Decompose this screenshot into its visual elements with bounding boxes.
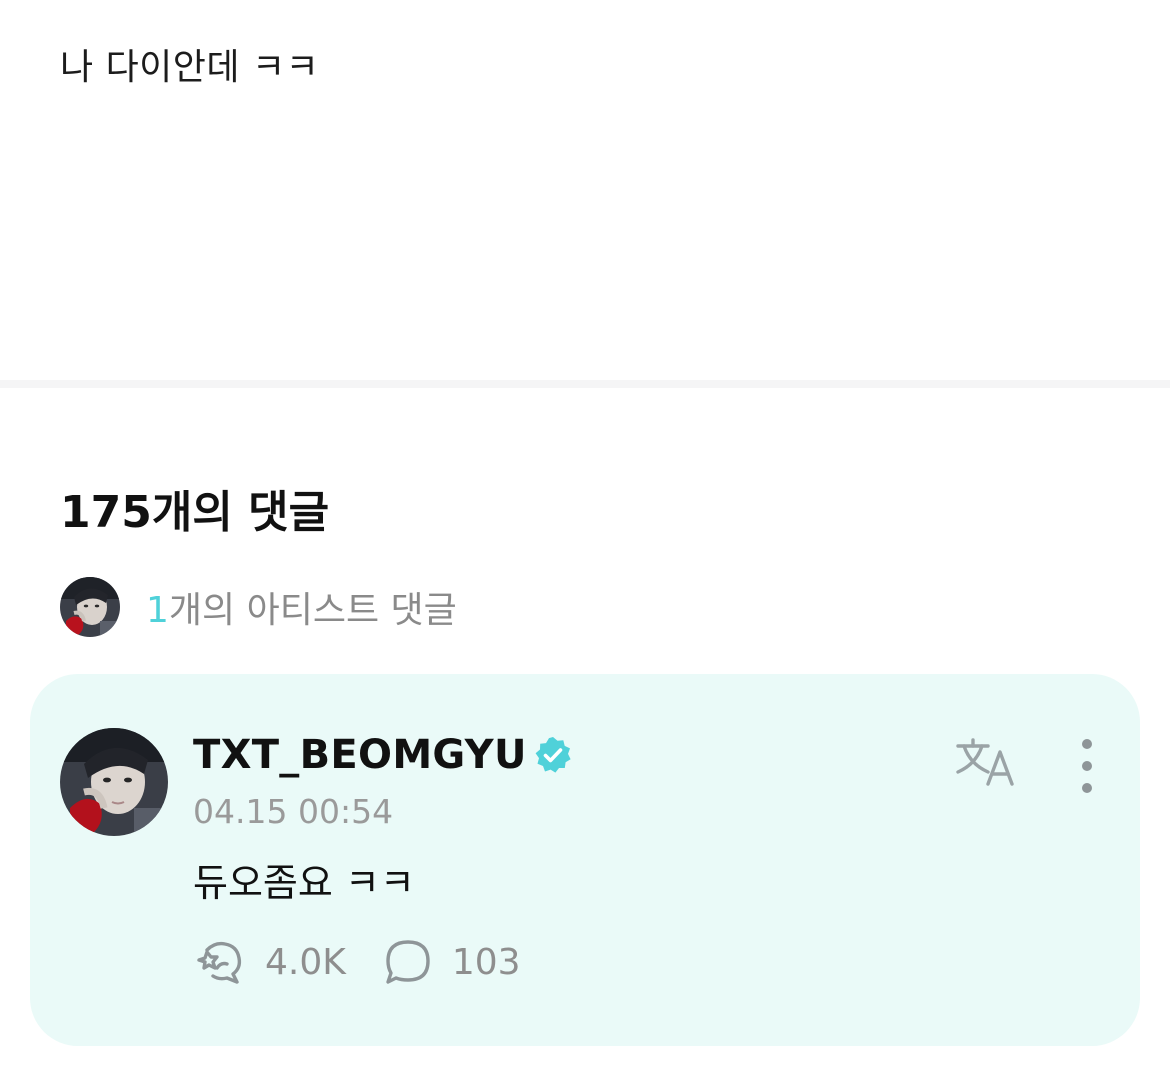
comment-timestamp: 04.15 00:54 xyxy=(193,792,394,831)
artist-comment-label: 개의 아티스트 댓글 xyxy=(168,590,457,631)
comment-actions: 4.0K 103 xyxy=(193,936,521,988)
more-options-button[interactable] xyxy=(1070,738,1104,794)
translate-button[interactable] xyxy=(954,736,1020,790)
artist-comments-summary-label: 1개의 아티스트 댓글 xyxy=(146,581,457,633)
comments-count-title: 175개의 댓글 xyxy=(60,487,330,538)
like-count: 4.0K xyxy=(265,941,346,983)
comment-author-name[interactable]: TXT_BEOMGYU xyxy=(193,732,527,778)
reply-count: 103 xyxy=(451,941,521,983)
artist-comment-count: 1 xyxy=(146,590,169,631)
artist-comments-summary[interactable]: 1개의 아티스트 댓글 xyxy=(60,576,457,638)
section-divider xyxy=(0,380,1170,388)
comment-body-text: 듀오좀요 ㅋㅋ xyxy=(193,861,415,905)
artist-comment-card: TXT_BEOMGYU 04.15 00:54 듀오좀요 ㅋㅋ 4.0K 103 xyxy=(30,674,1140,1046)
comment-author[interactable]: TXT_BEOMGYU xyxy=(193,730,573,780)
verified-badge-icon xyxy=(533,735,573,775)
cheer-hand-icon xyxy=(197,941,242,984)
speech-bubble-icon xyxy=(386,940,430,984)
artist-avatar-small xyxy=(60,577,120,637)
translate-icon xyxy=(956,738,1014,786)
reply-button[interactable]: 103 xyxy=(384,938,521,986)
comment-author-avatar[interactable] xyxy=(60,728,168,836)
more-vertical-icon xyxy=(1082,739,1092,793)
post-detail-page: 나 다이안데 ㅋㅋ 175개의 댓글 1개의 아티스트 댓글 TXT_BEOMG… xyxy=(0,0,1170,1072)
post-body-text: 나 다이안데 ㅋㅋ xyxy=(60,47,320,88)
like-button[interactable]: 4.0K xyxy=(193,938,346,986)
